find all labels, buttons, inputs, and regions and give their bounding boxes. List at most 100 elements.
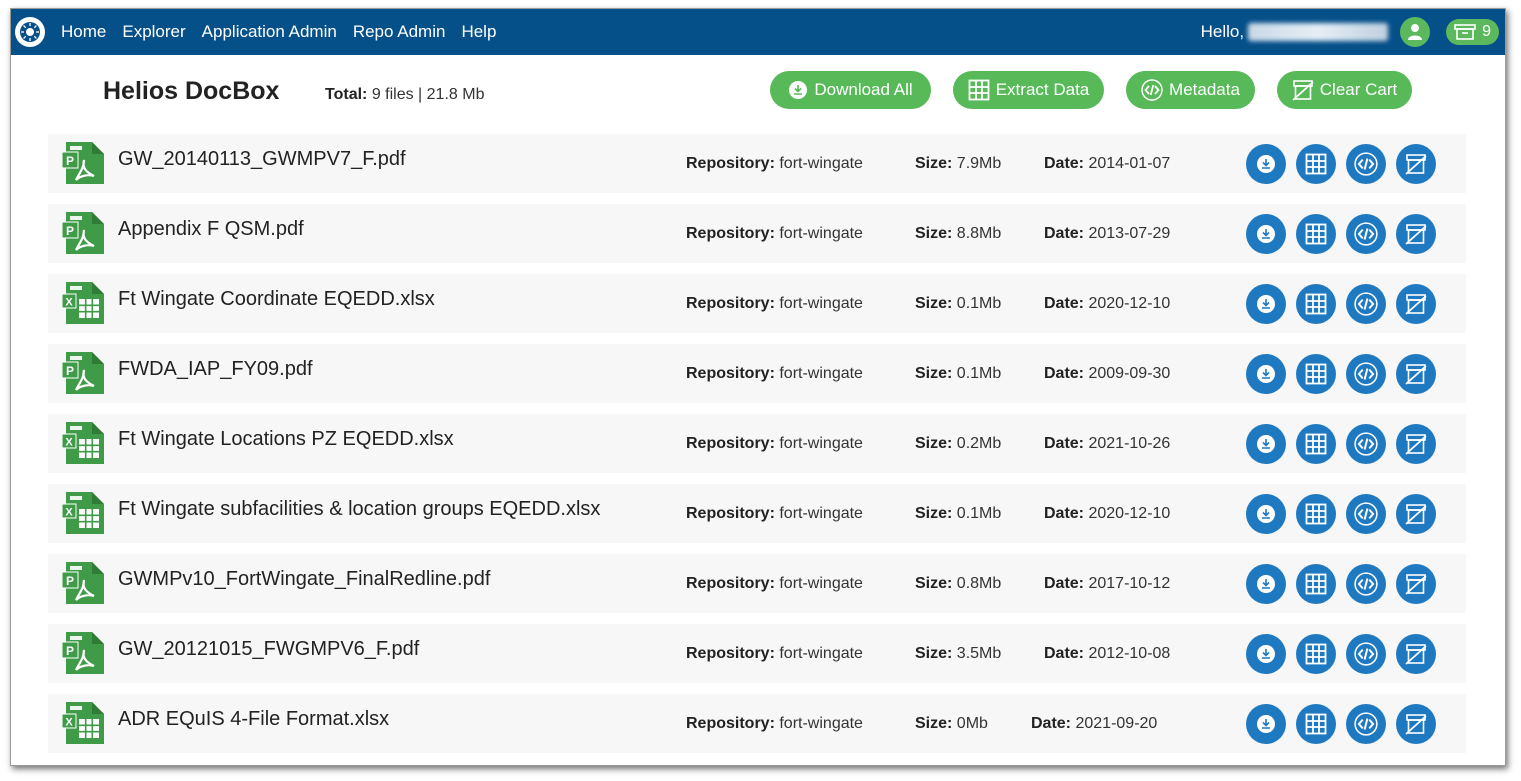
table-grid-icon [1305, 153, 1327, 175]
row-actions [1246, 284, 1436, 324]
row-remove-button[interactable] [1396, 214, 1436, 254]
row-remove-button[interactable] [1396, 144, 1436, 184]
repository-label: Repository: [686, 715, 775, 732]
extract-data-button[interactable]: Extract Data [953, 71, 1104, 109]
date-label: Date: [1044, 435, 1085, 452]
row-metadata-button[interactable] [1346, 424, 1386, 464]
row-remove-button[interactable] [1396, 704, 1436, 744]
clear-cart-icon [1405, 644, 1427, 665]
file-repository: Repository: fort-wingate [686, 295, 863, 313]
file-list: P GW_20140113_GWMPV7_F.pdf Repository: f… [48, 134, 1466, 764]
date-value: 2020-12-10 [1088, 295, 1171, 312]
row-extract-data-button[interactable] [1296, 704, 1336, 744]
repository-label: Repository: [686, 435, 775, 452]
file-repository: Repository: fort-wingate [686, 575, 863, 593]
clear-cart-icon [1405, 714, 1427, 735]
cart-button[interactable]: 9 [1446, 19, 1499, 45]
row-metadata-button[interactable] [1346, 144, 1386, 184]
svg-text:P: P [66, 574, 74, 588]
file-name: GW_20121015_FWGMPV6_F.pdf [118, 638, 420, 660]
file-name: Ft Wingate Locations PZ EQEDD.xlsx [118, 428, 454, 450]
metadata-button[interactable]: Metadata [1126, 71, 1255, 109]
nav-user-area: Hello, 9 [1201, 9, 1505, 55]
pdf-file-icon: P [61, 212, 104, 254]
row-download-button[interactable] [1246, 284, 1286, 324]
row-remove-button[interactable] [1396, 354, 1436, 394]
row-extract-data-button[interactable] [1296, 284, 1336, 324]
file-row-2: P Appendix F QSM.pdf Repository: fort-wi… [48, 204, 1466, 263]
svg-text:X: X [65, 297, 73, 309]
code-icon [1354, 572, 1378, 596]
row-extract-data-button[interactable] [1296, 634, 1336, 674]
download-icon [1257, 225, 1275, 243]
size-value: 0.1Mb [956, 365, 1002, 382]
row-download-button[interactable] [1246, 424, 1286, 464]
row-metadata-button[interactable] [1346, 494, 1386, 534]
row-actions [1246, 144, 1436, 184]
download-icon [1257, 645, 1275, 663]
row-remove-button[interactable] [1396, 284, 1436, 324]
date-label: Date: [1044, 365, 1085, 382]
file-date: Date: 2020-12-10 [1044, 505, 1170, 523]
row-extract-data-button[interactable] [1296, 354, 1336, 394]
row-remove-button[interactable] [1396, 634, 1436, 674]
nav-home[interactable]: Home [61, 22, 106, 42]
helios-logo-icon[interactable] [15, 17, 45, 47]
file-row-8: P GW_20121015_FWGMPV6_F.pdf Repository: … [48, 624, 1466, 683]
nav-application-admin[interactable]: Application Admin [202, 22, 337, 42]
repository-value: fort-wingate [779, 575, 863, 592]
size-label: Size: [915, 575, 953, 592]
row-download-button[interactable] [1246, 634, 1286, 674]
row-extract-data-button[interactable] [1296, 144, 1336, 184]
clear-cart-icon [1405, 224, 1427, 245]
size-value: 0.1Mb [956, 505, 1002, 522]
clear-cart-icon [1405, 294, 1427, 315]
date-label: Date: [1044, 575, 1085, 592]
row-actions [1246, 634, 1436, 674]
row-download-button[interactable] [1246, 494, 1286, 534]
row-metadata-button[interactable] [1346, 634, 1386, 674]
row-extract-data-button[interactable] [1296, 214, 1336, 254]
download-icon [1257, 715, 1275, 733]
row-download-button[interactable] [1246, 564, 1286, 604]
date-label: Date: [1044, 155, 1085, 172]
total-summary: Total: 9 files | 21.8 Mb [325, 86, 484, 104]
row-metadata-button[interactable] [1346, 704, 1386, 744]
row-metadata-button[interactable] [1346, 284, 1386, 324]
total-value: 9 files | 21.8 Mb [371, 86, 485, 103]
clear-cart-button[interactable]: Clear Cart [1277, 71, 1412, 109]
download-all-button[interactable]: Download All [770, 71, 931, 109]
user-icon[interactable] [1400, 17, 1431, 47]
download-icon [1257, 435, 1275, 453]
file-size: Size: 3.5Mb [915, 645, 1001, 663]
row-extract-data-button[interactable] [1296, 494, 1336, 534]
nav-help[interactable]: Help [461, 22, 496, 42]
date-value: 2009-09-30 [1088, 365, 1171, 382]
row-download-button[interactable] [1246, 214, 1286, 254]
row-metadata-button[interactable] [1346, 564, 1386, 604]
repository-label: Repository: [686, 505, 775, 522]
row-metadata-button[interactable] [1346, 354, 1386, 394]
row-remove-button[interactable] [1396, 424, 1436, 464]
row-actions [1246, 704, 1436, 744]
row-actions [1246, 354, 1436, 394]
table-grid-icon [1305, 713, 1327, 735]
nav-explorer[interactable]: Explorer [122, 22, 185, 42]
row-download-button[interactable] [1246, 144, 1286, 184]
code-icon [1354, 152, 1378, 176]
download-icon [789, 81, 808, 99]
row-extract-data-button[interactable] [1296, 424, 1336, 464]
row-remove-button[interactable] [1396, 564, 1436, 604]
size-label: Size: [915, 715, 953, 732]
row-download-button[interactable] [1246, 704, 1286, 744]
row-metadata-button[interactable] [1346, 214, 1386, 254]
row-extract-data-button[interactable] [1296, 564, 1336, 604]
clear-cart-icon [1405, 154, 1427, 175]
clear-cart-label: Clear Cart [1319, 80, 1398, 99]
nav-repo-admin[interactable]: Repo Admin [353, 22, 446, 42]
pdf-file-icon: P [61, 562, 104, 604]
row-download-button[interactable] [1246, 354, 1286, 394]
size-value: 0.2Mb [956, 435, 1002, 452]
row-remove-button[interactable] [1396, 494, 1436, 534]
download-icon [1257, 505, 1275, 523]
